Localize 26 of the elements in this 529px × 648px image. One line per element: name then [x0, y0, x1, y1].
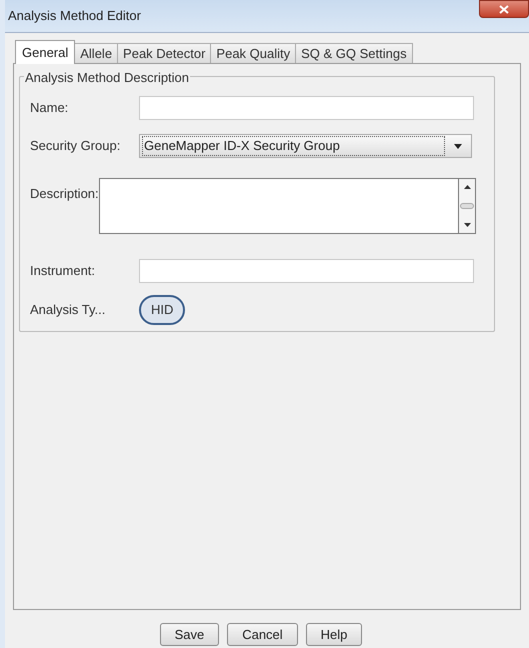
description-field[interactable]	[98, 178, 459, 234]
dialog-button[interactable]: Cancel	[227, 623, 298, 646]
close-icon	[499, 4, 509, 14]
scroll-thumb[interactable]	[460, 203, 474, 209]
dialog-button[interactable]: Help	[306, 623, 362, 646]
dialog-button[interactable]: Save	[160, 623, 220, 646]
window-title: Analysis Method Editor	[7, 7, 141, 25]
field-label: Description:	[30, 186, 99, 201]
field-label: Name:	[30, 99, 70, 118]
dropdown[interactable]: GeneMapper ID-X Security Group	[139, 134, 472, 158]
field-label: Analysis Ty...	[30, 301, 106, 320]
tab[interactable]: SQ & GQ Settings	[295, 43, 413, 63]
close-button[interactable]	[479, 0, 529, 18]
text-field[interactable]	[139, 259, 474, 283]
field-label: Security Group:	[30, 137, 122, 156]
tab[interactable]: Peak Quality	[210, 43, 296, 63]
dropdown-arrow-icon	[454, 144, 462, 148]
scroll-up-icon[interactable]	[464, 185, 470, 189]
tab[interactable]: Peak Detector	[117, 43, 212, 63]
scrollbar[interactable]	[459, 178, 476, 234]
text-field[interactable]	[139, 96, 474, 120]
tab[interactable]: General	[15, 40, 76, 64]
scroll-down-icon[interactable]	[464, 223, 470, 227]
analysis-type-value: HID	[139, 295, 186, 325]
field-label: Instrument:	[30, 262, 96, 280]
tab[interactable]: Allele	[74, 43, 118, 63]
